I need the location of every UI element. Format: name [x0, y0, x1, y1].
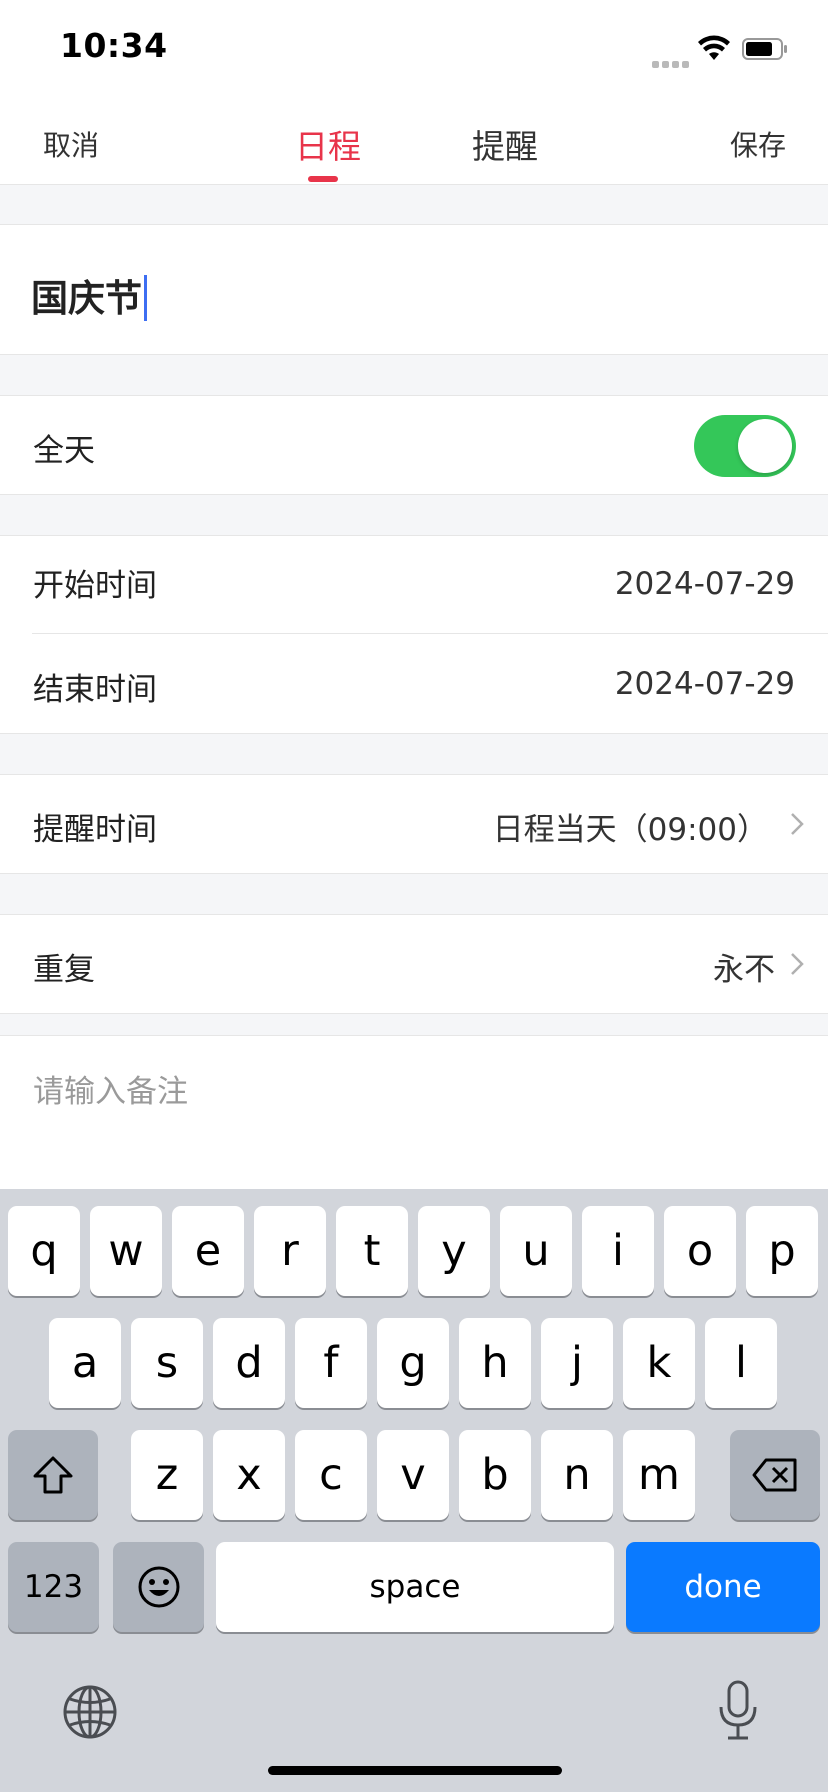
- emoji-key[interactable]: [113, 1542, 204, 1632]
- cancel-button[interactable]: 取消: [43, 124, 99, 164]
- key-c[interactable]: c: [295, 1430, 367, 1520]
- key-d[interactable]: d: [213, 1318, 285, 1408]
- title-input[interactable]: 国庆节: [31, 268, 147, 324]
- top-nav: 取消 日程 提醒 保存: [0, 96, 828, 185]
- date-range-group: 开始时间 2024-07-29 结束时间 2024-07-29: [0, 536, 828, 733]
- numbers-key[interactable]: 123: [8, 1542, 99, 1632]
- all-day-row: 全天: [0, 396, 828, 494]
- key-z[interactable]: z: [131, 1430, 203, 1520]
- section-gap: [0, 354, 828, 396]
- end-time-label: 结束时间: [33, 672, 157, 708]
- reminder-row[interactable]: 提醒时间 日程当天（09:00）: [0, 775, 828, 873]
- wifi-icon: [698, 35, 730, 60]
- repeat-row[interactable]: 重复 永不: [0, 915, 828, 1013]
- section-gap: [0, 494, 828, 536]
- repeat-value: 永不: [713, 952, 775, 988]
- home-indicator[interactable]: [268, 1766, 562, 1775]
- cellular-signal-icon: [652, 53, 692, 68]
- battery-icon: [742, 38, 787, 60]
- section-gap: [0, 184, 828, 225]
- key-i[interactable]: i: [582, 1206, 654, 1296]
- key-k[interactable]: k: [623, 1318, 695, 1408]
- key-m[interactable]: m: [623, 1430, 695, 1520]
- key-x[interactable]: x: [213, 1430, 285, 1520]
- microphone-icon[interactable]: [716, 1679, 760, 1743]
- globe-icon[interactable]: [62, 1684, 118, 1740]
- key-r[interactable]: r: [254, 1206, 326, 1296]
- key-a[interactable]: a: [49, 1318, 121, 1408]
- reminder-label: 提醒时间: [33, 812, 157, 848]
- backspace-key[interactable]: [730, 1430, 820, 1520]
- status-bar: 10:34: [0, 0, 828, 96]
- key-o[interactable]: o: [664, 1206, 736, 1296]
- toggle-knob: [738, 419, 792, 473]
- emoji-icon: [138, 1566, 179, 1608]
- end-time-value[interactable]: 2024-07-29: [615, 666, 795, 702]
- title-input-value: 国庆节: [31, 277, 142, 320]
- key-b[interactable]: b: [459, 1430, 531, 1520]
- key-q[interactable]: q: [8, 1206, 80, 1296]
- reminder-value: 日程当天（09:00）: [492, 812, 768, 848]
- done-key[interactable]: done: [626, 1542, 820, 1632]
- active-tab-indicator: [308, 176, 338, 182]
- repeat-label: 重复: [33, 952, 95, 988]
- section-gap: [0, 873, 828, 915]
- key-l[interactable]: l: [705, 1318, 777, 1408]
- key-y[interactable]: y: [418, 1206, 490, 1296]
- key-g[interactable]: g: [377, 1318, 449, 1408]
- status-time: 10:34: [60, 26, 168, 65]
- key-t[interactable]: t: [336, 1206, 408, 1296]
- key-s[interactable]: s: [131, 1318, 203, 1408]
- keyboard: q w e r t y u i o p a s d f g h j k l z …: [0, 1189, 828, 1792]
- text-cursor: [144, 274, 147, 321]
- start-time-label: 开始时间: [33, 568, 157, 604]
- save-button[interactable]: 保存: [730, 124, 786, 164]
- notes-field[interactable]: 请输入备注: [0, 1036, 828, 1189]
- key-f[interactable]: f: [295, 1318, 367, 1408]
- shift-icon: [33, 1456, 73, 1494]
- tab-reminder[interactable]: 提醒: [472, 120, 538, 168]
- section-gap: [0, 733, 828, 775]
- all-day-toggle[interactable]: [694, 415, 796, 477]
- tab-schedule[interactable]: 日程: [295, 120, 361, 168]
- start-time-value[interactable]: 2024-07-29: [615, 566, 795, 602]
- key-p[interactable]: p: [746, 1206, 818, 1296]
- space-key[interactable]: space: [216, 1542, 614, 1632]
- section-gap: [0, 1013, 828, 1036]
- key-j[interactable]: j: [541, 1318, 613, 1408]
- title-input-row[interactable]: 国庆节: [0, 225, 828, 355]
- key-w[interactable]: w: [90, 1206, 162, 1296]
- key-e[interactable]: e: [172, 1206, 244, 1296]
- key-v[interactable]: v: [377, 1430, 449, 1520]
- all-day-label: 全天: [33, 433, 95, 469]
- key-u[interactable]: u: [500, 1206, 572, 1296]
- chevron-right-icon: [791, 953, 804, 975]
- shift-key[interactable]: [8, 1430, 98, 1520]
- notes-placeholder: 请输入备注: [33, 1074, 188, 1110]
- divider: [32, 633, 828, 634]
- key-h[interactable]: h: [459, 1318, 531, 1408]
- backspace-icon: [752, 1458, 797, 1492]
- chevron-right-icon: [791, 813, 804, 835]
- key-n[interactable]: n: [541, 1430, 613, 1520]
